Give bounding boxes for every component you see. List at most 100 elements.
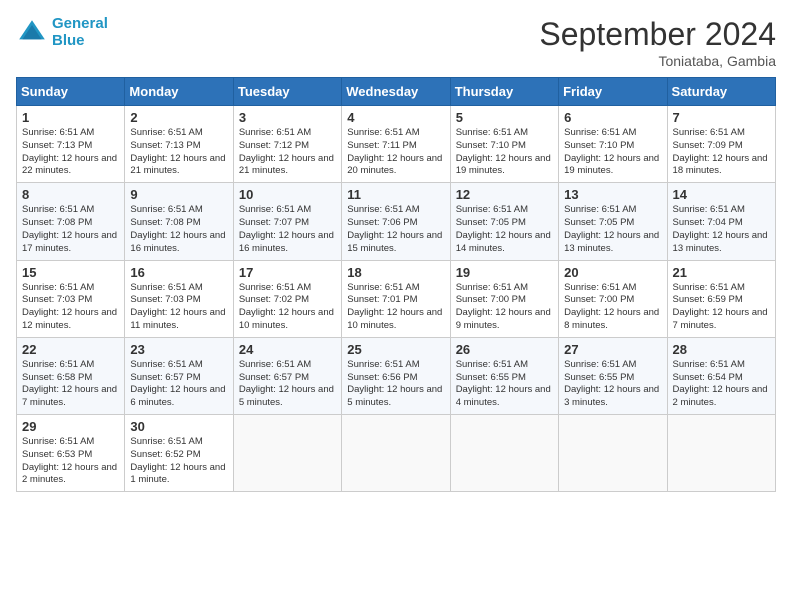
cell-info: Sunrise: 6:51 AMSunset: 6:59 PMDaylight:…: [673, 282, 768, 331]
col-header-thursday: Thursday: [450, 78, 558, 106]
calendar-cell: [667, 415, 775, 492]
day-number: 30: [130, 419, 227, 434]
cell-info: Sunrise: 6:51 AMSunset: 7:08 PMDaylight:…: [130, 204, 225, 253]
calendar-cell: 4 Sunrise: 6:51 AMSunset: 7:11 PMDaylight…: [342, 106, 450, 183]
day-number: 21: [673, 265, 770, 280]
calendar-cell: 15 Sunrise: 6:51 AMSunset: 7:03 PMDayligh…: [17, 260, 125, 337]
col-header-wednesday: Wednesday: [342, 78, 450, 106]
calendar-cell: 2 Sunrise: 6:51 AMSunset: 7:13 PMDaylight…: [125, 106, 233, 183]
cell-info: Sunrise: 6:51 AMSunset: 7:13 PMDaylight:…: [130, 127, 225, 176]
col-header-sunday: Sunday: [17, 78, 125, 106]
calendar-cell: 18Sunrise: 6:51 AMSunset: 7:01 PMDayligh…: [342, 260, 450, 337]
calendar-cell: 13Sunrise: 6:51 AMSunset: 7:05 PMDayligh…: [559, 183, 667, 260]
cell-info: Sunrise: 6:51 AMSunset: 7:02 PMDaylight:…: [239, 282, 334, 331]
cell-info: Sunrise: 6:51 AMSunset: 6:55 PMDaylight:…: [564, 359, 659, 408]
day-number: 1: [22, 110, 119, 125]
cell-info: Sunrise: 6:51 AMSunset: 7:09 PMDaylight:…: [673, 127, 768, 176]
calendar-week-4: 22 Sunrise: 6:51 AMSunset: 6:58 PMDayligh…: [17, 337, 776, 414]
month-title: September 2024: [539, 16, 776, 53]
day-number: 27: [564, 342, 661, 357]
cell-info: Sunrise: 6:51 AMSunset: 7:13 PMDaylight:…: [22, 127, 117, 176]
calendar-cell: 29Sunrise: 6:51 AMSunset: 6:53 PMDayligh…: [17, 415, 125, 492]
day-number: 24: [239, 342, 336, 357]
calendar-table: SundayMondayTuesdayWednesdayThursdayFrid…: [16, 77, 776, 492]
day-number: 4: [347, 110, 444, 125]
cell-info: Sunrise: 6:51 AMSunset: 6:56 PMDaylight:…: [347, 359, 442, 408]
calendar-cell: 28 Sunrise: 6:51 AMSunset: 6:54 PMDayligh…: [667, 337, 775, 414]
cell-info: Sunrise: 6:51 AMSunset: 6:52 PMDaylight:…: [130, 436, 225, 485]
calendar-cell: 6 Sunrise: 6:51 AMSunset: 7:10 PMDaylight…: [559, 106, 667, 183]
calendar-header-row: SundayMondayTuesdayWednesdayThursdayFrid…: [17, 78, 776, 106]
calendar-cell: [450, 415, 558, 492]
day-number: 29: [22, 419, 119, 434]
calendar-cell: 17Sunrise: 6:51 AMSunset: 7:02 PMDayligh…: [233, 260, 341, 337]
col-header-saturday: Saturday: [667, 78, 775, 106]
logo-text: General Blue: [52, 16, 108, 49]
calendar-cell: 7 Sunrise: 6:51 AMSunset: 7:09 PMDaylight…: [667, 106, 775, 183]
logo: General Blue: [16, 16, 108, 49]
day-number: 8: [22, 187, 119, 202]
day-number: 22: [22, 342, 119, 357]
calendar-week-5: 29Sunrise: 6:51 AMSunset: 6:53 PMDayligh…: [17, 415, 776, 492]
cell-info: Sunrise: 6:51 AMSunset: 6:57 PMDaylight:…: [130, 359, 225, 408]
day-number: 16: [130, 265, 227, 280]
cell-info: Sunrise: 6:51 AMSunset: 7:01 PMDaylight:…: [347, 282, 442, 331]
calendar-cell: 10Sunrise: 6:51 AMSunset: 7:07 PMDayligh…: [233, 183, 341, 260]
cell-info: Sunrise: 6:51 AMSunset: 7:06 PMDaylight:…: [347, 204, 442, 253]
col-header-tuesday: Tuesday: [233, 78, 341, 106]
day-number: 20: [564, 265, 661, 280]
cell-info: Sunrise: 6:51 AMSunset: 6:55 PMDaylight:…: [456, 359, 551, 408]
title-block: September 2024 Toniataba, Gambia: [539, 16, 776, 69]
cell-info: Sunrise: 6:51 AMSunset: 7:07 PMDaylight:…: [239, 204, 334, 253]
calendar-cell: 25 Sunrise: 6:51 AMSunset: 6:56 PMDayligh…: [342, 337, 450, 414]
calendar-cell: 11Sunrise: 6:51 AMSunset: 7:06 PMDayligh…: [342, 183, 450, 260]
cell-info: Sunrise: 6:51 AMSunset: 6:57 PMDaylight:…: [239, 359, 334, 408]
cell-info: Sunrise: 6:51 AMSunset: 7:11 PMDaylight:…: [347, 127, 442, 176]
day-number: 28: [673, 342, 770, 357]
calendar-cell: 26Sunrise: 6:51 AMSunset: 6:55 PMDayligh…: [450, 337, 558, 414]
calendar-cell: 16Sunrise: 6:51 AMSunset: 7:03 PMDayligh…: [125, 260, 233, 337]
calendar-cell: 14Sunrise: 6:51 AMSunset: 7:04 PMDayligh…: [667, 183, 775, 260]
calendar-cell: 22 Sunrise: 6:51 AMSunset: 6:58 PMDayligh…: [17, 337, 125, 414]
calendar-cell: 23 Sunrise: 6:51 AMSunset: 6:57 PMDayligh…: [125, 337, 233, 414]
day-number: 9: [130, 187, 227, 202]
day-number: 19: [456, 265, 553, 280]
calendar-cell: 19 Sunrise: 6:51 AMSunset: 7:00 PMDayligh…: [450, 260, 558, 337]
calendar-cell: 8 Sunrise: 6:51 AMSunset: 7:08 PMDaylight…: [17, 183, 125, 260]
cell-info: Sunrise: 6:51 AMSunset: 7:05 PMDaylight:…: [564, 204, 659, 253]
cell-info: Sunrise: 6:51 AMSunset: 7:00 PMDaylight:…: [564, 282, 659, 331]
cell-info: Sunrise: 6:51 AMSunset: 7:10 PMDaylight:…: [564, 127, 659, 176]
cell-info: Sunrise: 6:51 AMSunset: 7:10 PMDaylight:…: [456, 127, 551, 176]
cell-info: Sunrise: 6:51 AMSunset: 7:08 PMDaylight:…: [22, 204, 117, 253]
calendar-cell: 30 Sunrise: 6:51 AMSunset: 6:52 PMDayligh…: [125, 415, 233, 492]
calendar-cell: 3Sunrise: 6:51 AMSunset: 7:12 PMDaylight…: [233, 106, 341, 183]
location: Toniataba, Gambia: [539, 53, 776, 69]
calendar-cell: 9 Sunrise: 6:51 AMSunset: 7:08 PMDaylight…: [125, 183, 233, 260]
calendar-week-3: 15 Sunrise: 6:51 AMSunset: 7:03 PMDayligh…: [17, 260, 776, 337]
page-header: General Blue September 2024 Toniataba, G…: [16, 16, 776, 69]
day-number: 14: [673, 187, 770, 202]
day-number: 5: [456, 110, 553, 125]
col-header-monday: Monday: [125, 78, 233, 106]
calendar-cell: 21 Sunrise: 6:51 AMSunset: 6:59 PMDayligh…: [667, 260, 775, 337]
calendar-week-1: 1 Sunrise: 6:51 AMSunset: 7:13 PMDaylight…: [17, 106, 776, 183]
day-number: 6: [564, 110, 661, 125]
day-number: 7: [673, 110, 770, 125]
cell-info: Sunrise: 6:51 AMSunset: 6:54 PMDaylight:…: [673, 359, 768, 408]
calendar-week-2: 8 Sunrise: 6:51 AMSunset: 7:08 PMDaylight…: [17, 183, 776, 260]
day-number: 23: [130, 342, 227, 357]
cell-info: Sunrise: 6:51 AMSunset: 6:58 PMDaylight:…: [22, 359, 117, 408]
cell-info: Sunrise: 6:51 AMSunset: 7:05 PMDaylight:…: [456, 204, 551, 253]
calendar-cell: 24 Sunrise: 6:51 AMSunset: 6:57 PMDayligh…: [233, 337, 341, 414]
calendar-cell: [233, 415, 341, 492]
logo-icon: [16, 17, 48, 49]
cell-info: Sunrise: 6:51 AMSunset: 7:00 PMDaylight:…: [456, 282, 551, 331]
day-number: 15: [22, 265, 119, 280]
calendar-cell: 1 Sunrise: 6:51 AMSunset: 7:13 PMDaylight…: [17, 106, 125, 183]
day-number: 12: [456, 187, 553, 202]
cell-info: Sunrise: 6:51 AMSunset: 7:03 PMDaylight:…: [22, 282, 117, 331]
day-number: 2: [130, 110, 227, 125]
day-number: 25: [347, 342, 444, 357]
calendar-cell: [342, 415, 450, 492]
col-header-friday: Friday: [559, 78, 667, 106]
